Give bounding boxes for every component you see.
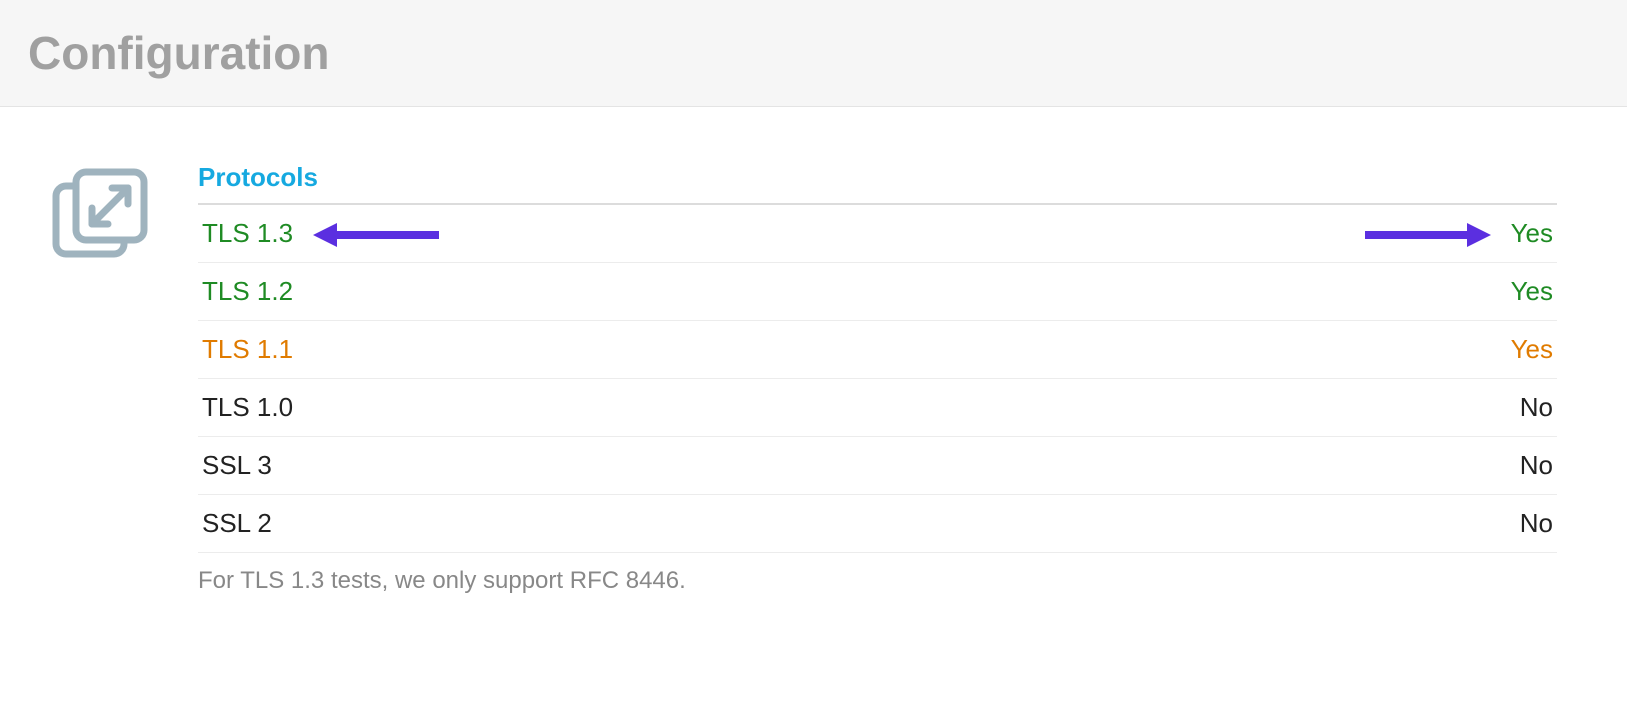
protocol-name: TLS 1.3 xyxy=(198,204,951,263)
protocol-name: TLS 1.2 xyxy=(198,263,951,321)
protocol-value: No xyxy=(951,437,1557,495)
footnote: For TLS 1.3 tests, we only support RFC 8… xyxy=(198,553,1557,595)
table-row: TLS 1.2Yes xyxy=(198,263,1557,321)
connection-icon xyxy=(48,255,152,272)
highlight-arrow-right-icon xyxy=(1361,218,1491,248)
protocol-name: TLS 1.1 xyxy=(198,321,951,379)
main-column: Protocols TLS 1.3YesTLS 1.2YesTLS 1.1Yes… xyxy=(168,162,1557,595)
icon-column xyxy=(48,162,168,595)
protocol-value: Yes xyxy=(951,263,1557,321)
table-row: SSL 3No xyxy=(198,437,1557,495)
table-row: TLS 1.0No xyxy=(198,379,1557,437)
protocol-value: No xyxy=(951,495,1557,553)
header-bar: Configuration xyxy=(0,0,1627,107)
table-row: SSL 2No xyxy=(198,495,1557,553)
table-row: TLS 1.1Yes xyxy=(198,321,1557,379)
protocols-table: TLS 1.3YesTLS 1.2YesTLS 1.1YesTLS 1.0NoS… xyxy=(198,203,1557,553)
protocol-name: SSL 3 xyxy=(198,437,951,495)
section-title: Protocols xyxy=(198,162,1557,193)
highlight-arrow-left-icon xyxy=(313,218,443,248)
content: Protocols TLS 1.3YesTLS 1.2YesTLS 1.1Yes… xyxy=(0,107,1627,635)
page-title: Configuration xyxy=(28,26,1599,80)
protocol-name: TLS 1.0 xyxy=(198,379,951,437)
protocol-value: Yes xyxy=(951,204,1557,263)
protocol-value: Yes xyxy=(951,321,1557,379)
protocol-value: No xyxy=(951,379,1557,437)
table-row: TLS 1.3Yes xyxy=(198,204,1557,263)
protocol-name: SSL 2 xyxy=(198,495,951,553)
